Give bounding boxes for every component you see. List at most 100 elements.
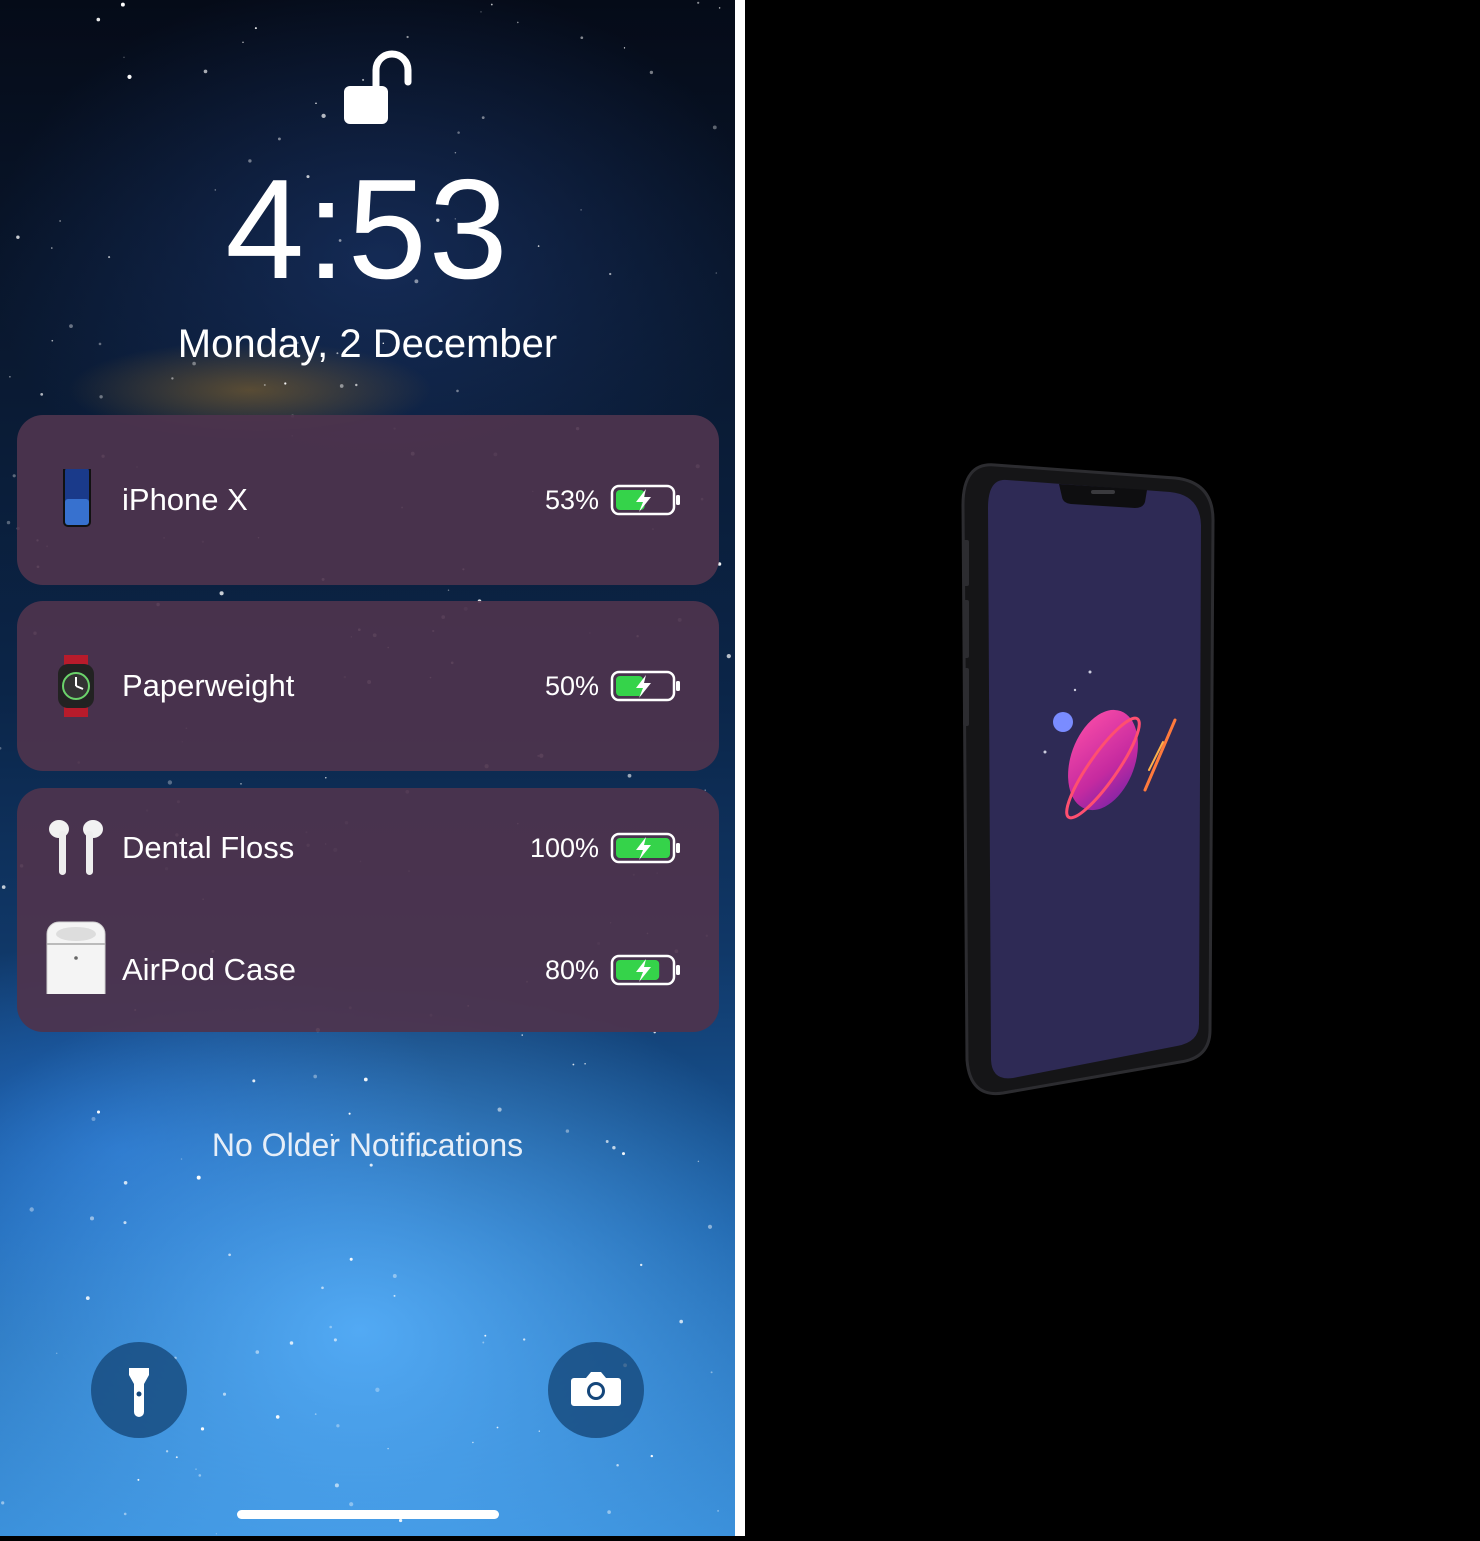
battery-percent: 53%	[544, 485, 599, 515]
star-dot	[718, 7, 721, 9]
battery-widget-watch[interactable]: Paperweight 50%	[17, 601, 719, 771]
phone-side-button	[963, 540, 969, 586]
star-dot	[55, 1352, 58, 1355]
clock-date: Monday, 2 December	[177, 322, 558, 366]
airpods-case-icon	[46, 921, 106, 994]
star-dot	[275, 1415, 280, 1419]
star-dot	[277, 137, 281, 141]
star-dot	[85, 1296, 90, 1300]
star-dot	[171, 377, 174, 380]
star-dot	[456, 389, 459, 393]
star-dot	[315, 102, 317, 104]
small-moon-shape	[1053, 712, 1073, 732]
star-dot	[336, 1424, 340, 1428]
phone-render	[961, 463, 1215, 1096]
star-dot	[482, 1341, 485, 1344]
star-dot	[355, 383, 358, 387]
star-dot	[481, 116, 485, 119]
star-dot	[623, 47, 626, 49]
star-dot	[480, 11, 482, 13]
device-name: Dental Floss	[122, 830, 295, 865]
star-dot	[349, 1502, 354, 1507]
star-dot	[12, 474, 16, 478]
clock-time: 4:53	[225, 150, 510, 309]
star-dot	[398, 1518, 403, 1523]
star-dot	[580, 36, 584, 40]
star-dot	[348, 1112, 351, 1115]
star-dot	[707, 1224, 713, 1229]
star-dot	[96, 17, 101, 22]
star-dot	[1043, 750, 1047, 754]
star-dot	[387, 1447, 389, 1450]
star-dot	[392, 1274, 397, 1278]
star-dot	[91, 1117, 96, 1121]
star-dot	[123, 56, 125, 59]
battery-charging-icon	[610, 832, 680, 864]
star-dot	[712, 125, 717, 130]
battery-widget-airpods[interactable]: Dental Floss 100% AirPod Case 80%	[17, 788, 719, 1032]
star-dot	[137, 1478, 140, 1481]
star-dot	[284, 382, 287, 385]
star-dot	[375, 1387, 380, 1392]
battery-charging-icon	[610, 484, 680, 516]
star-dot	[726, 653, 731, 659]
star-dot	[538, 1430, 540, 1432]
star-dot	[203, 69, 208, 74]
star-dot	[447, 589, 450, 591]
star-dot	[0, 746, 2, 750]
camera-button[interactable]	[548, 1342, 644, 1438]
star-dot	[222, 1392, 227, 1396]
star-dot	[252, 1079, 256, 1083]
star-dot	[254, 27, 257, 30]
star-dot	[393, 1294, 396, 1297]
star-dot	[228, 1253, 231, 1257]
star-dot	[349, 1257, 353, 1261]
star-dot	[334, 1483, 339, 1488]
star-dot	[650, 1454, 654, 1458]
iphone-icon	[63, 469, 91, 527]
star-dot	[219, 591, 224, 596]
device-name: iPhone X	[122, 482, 248, 517]
star-dot	[314, 1413, 317, 1415]
star-dot	[127, 74, 132, 79]
battery-charging-icon	[610, 670, 680, 702]
star-dot	[472, 1441, 474, 1444]
star-dot	[200, 1427, 205, 1431]
phone-render-panel	[745, 0, 1480, 1536]
star-dot	[123, 1221, 127, 1225]
star-dot	[321, 1286, 324, 1290]
battery-row: AirPod Case 80%	[17, 921, 719, 1010]
star-dot	[516, 21, 519, 24]
star-dot	[40, 393, 44, 396]
star-dot	[329, 1325, 333, 1329]
star-dot	[649, 70, 654, 75]
star-dot	[120, 2, 125, 7]
star-dot	[616, 1463, 619, 1467]
home-indicator[interactable]	[237, 1510, 499, 1519]
star-dot	[289, 1341, 294, 1345]
star-dot	[490, 3, 493, 6]
star-dot	[6, 520, 11, 525]
star-dot	[457, 131, 460, 134]
phone-side-button	[963, 668, 969, 726]
watch-icon	[58, 655, 94, 717]
battery-widget-iphone[interactable]: iPhone X 53%	[17, 415, 719, 585]
star-dot	[123, 1180, 128, 1185]
star-dot	[255, 1350, 260, 1354]
flashlight-button[interactable]	[91, 1342, 187, 1438]
no-older-notifications-label: No Older Notifications	[211, 1127, 524, 1163]
star-dot	[406, 35, 409, 39]
device-name: Paperweight	[122, 668, 295, 703]
star-dot	[521, 1034, 523, 1036]
battery-percent: 50%	[544, 671, 599, 701]
star-dot	[572, 1063, 575, 1066]
star-dot	[710, 1371, 713, 1374]
star-dot	[697, 1, 700, 4]
phone-speaker	[1091, 490, 1115, 494]
star-dot	[717, 1509, 720, 1512]
star-dot	[89, 1216, 95, 1221]
star-dot	[484, 1334, 487, 1337]
lock-screen: 4:53 Monday, 2 December iPhone X 53% Pap…	[0, 0, 735, 1536]
star-dot	[123, 1512, 127, 1516]
star-dot	[313, 1074, 318, 1079]
